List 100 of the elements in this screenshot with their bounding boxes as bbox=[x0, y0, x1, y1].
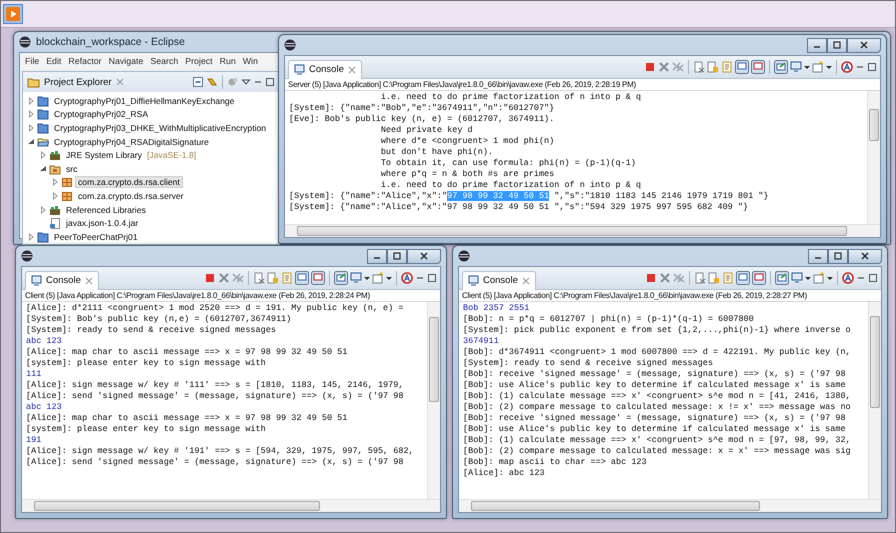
pin-icon[interactable] bbox=[774, 60, 788, 74]
view-menu-icon[interactable] bbox=[241, 77, 251, 87]
console-line: [System]: {"name":"Alice","x":"97 98 99 32 49 50 51 ","s":"1810 1183 145 2146 1979 1719 801 "} bbox=[289, 191, 769, 202]
caret-right-icon[interactable] bbox=[27, 96, 35, 105]
circle-logo-icon[interactable] bbox=[401, 272, 413, 284]
word-wrap-icon[interactable] bbox=[722, 272, 734, 284]
caret-right-icon[interactable] bbox=[39, 206, 47, 214]
minimize-button[interactable] bbox=[367, 248, 387, 264]
remove-icon[interactable] bbox=[659, 272, 671, 284]
remove-icon[interactable] bbox=[218, 272, 230, 284]
console-tab[interactable]: Console bbox=[462, 270, 536, 290]
app-icon bbox=[21, 250, 33, 262]
console-line: [Bob]: n = p*q = 6012707 | phi(n) = (p-1)*(q-1) = 6007800 bbox=[463, 314, 754, 325]
tree-item[interactable]: Referenced Libraries bbox=[63, 204, 149, 216]
pin-icon[interactable] bbox=[775, 271, 789, 285]
terminate-icon[interactable] bbox=[644, 61, 656, 73]
minimize-button[interactable] bbox=[807, 38, 827, 52]
menu-item[interactable]: Run bbox=[220, 55, 236, 67]
console-tab[interactable]: Console bbox=[25, 270, 99, 290]
caret-right-icon[interactable] bbox=[27, 110, 35, 118]
caret-right-icon[interactable] bbox=[27, 232, 35, 241]
console-tab[interactable]: Console bbox=[288, 60, 362, 78]
minimize-button[interactable] bbox=[808, 248, 828, 264]
tree-item[interactable]: CryptographyPrj01_DiffieHellmanKeyExchange bbox=[51, 94, 238, 107]
close-icon bbox=[860, 41, 868, 49]
close-button[interactable] bbox=[407, 248, 441, 264]
vertical-scrollbar[interactable] bbox=[867, 91, 880, 224]
stdout-icon[interactable] bbox=[295, 271, 309, 285]
monitor-icon[interactable] bbox=[790, 61, 802, 73]
view-tab-title[interactable]: Project Explorer bbox=[44, 76, 112, 88]
scroll-lock-icon[interactable] bbox=[707, 61, 719, 73]
stderr-icon[interactable] bbox=[752, 271, 766, 285]
horizontal-scrollbar[interactable] bbox=[22, 499, 440, 512]
tree-item[interactable]: CryptographyPrj03_DHKE_WithMultiplicativeEncryption bbox=[51, 122, 270, 134]
horizontal-scrollbar[interactable] bbox=[459, 499, 881, 512]
tree-item[interactable]: com.za.crypto.ds.rsa.server bbox=[75, 190, 187, 202]
tree-item[interactable]: javax.json-1.0.4.jar bbox=[63, 217, 142, 230]
caret-right-icon[interactable] bbox=[51, 192, 59, 200]
tree-item[interactable]: JRE System Library bbox=[63, 149, 145, 162]
tree-item[interactable]: PeerToPeerChatPrj01 bbox=[51, 230, 141, 243]
menu-item[interactable]: Edit bbox=[46, 55, 62, 67]
close-icon[interactable] bbox=[348, 66, 356, 74]
circle-logo-icon[interactable] bbox=[841, 61, 853, 73]
maximize-button[interactable] bbox=[828, 248, 848, 264]
menu-item[interactable]: Refactor bbox=[68, 55, 102, 67]
books-icon bbox=[49, 204, 61, 216]
caret-right-icon[interactable] bbox=[27, 124, 35, 132]
remove-icon[interactable] bbox=[658, 61, 670, 73]
play-icon[interactable] bbox=[3, 4, 23, 24]
stderr-icon[interactable] bbox=[311, 271, 325, 285]
caret-right-icon[interactable] bbox=[51, 178, 59, 186]
scroll-lock-icon[interactable] bbox=[708, 272, 720, 284]
stdout-icon[interactable] bbox=[736, 271, 750, 285]
caret-down-icon[interactable] bbox=[27, 138, 35, 146]
menu-item[interactable]: Search bbox=[150, 55, 178, 67]
console-line: [Alice]: send 'signed message' = (message, signature) ==> (x, s) = ('97 98 bbox=[26, 457, 404, 468]
folder-icon bbox=[37, 230, 49, 243]
menu-item[interactable]: Win bbox=[242, 55, 258, 67]
close-icon[interactable] bbox=[84, 276, 93, 284]
folders-icon bbox=[27, 76, 40, 88]
circle-logo-icon[interactable] bbox=[842, 272, 854, 284]
close-button[interactable] bbox=[848, 248, 882, 264]
close-icon[interactable] bbox=[522, 276, 530, 284]
terminate-icon[interactable] bbox=[204, 272, 216, 284]
clear-icon[interactable] bbox=[694, 272, 706, 284]
maximize-icon[interactable] bbox=[427, 273, 437, 283]
maximize-icon[interactable] bbox=[868, 273, 878, 283]
maximize-button[interactable] bbox=[387, 248, 407, 264]
terminate-icon[interactable] bbox=[645, 272, 657, 284]
close-icon[interactable] bbox=[116, 78, 124, 86]
maximize-icon[interactable] bbox=[265, 77, 275, 87]
pin-icon[interactable] bbox=[334, 271, 348, 285]
tree-item[interactable]: CryptographyPrj02_RSA bbox=[51, 108, 152, 120]
console-line: [Alice]: sign message w/ key # '111' ==> s = [1810, 1183, 145, 2146, 1979, bbox=[26, 380, 404, 391]
clear-icon[interactable] bbox=[693, 61, 705, 73]
scroll-lock-icon[interactable] bbox=[267, 272, 279, 284]
menu-item[interactable]: Project bbox=[185, 55, 213, 67]
tree-item[interactable]: CryptographyPrj04_RSADigitalSignature bbox=[51, 136, 212, 148]
maximize-button[interactable] bbox=[827, 38, 847, 52]
word-wrap-icon[interactable] bbox=[721, 61, 733, 73]
console-line: [Bob]: receive 'signed message' = (message, signature) ==> (x, s) = ('97 98 bbox=[463, 413, 846, 424]
maximize-icon[interactable] bbox=[867, 62, 877, 72]
caret-down-icon[interactable] bbox=[39, 164, 47, 173]
tree-item[interactable]: com.za.crypto.ds.rsa.client bbox=[75, 176, 183, 188]
console-line: [Alice]: d*2111 <congruent> 1 mod 2520 ==> d = 191. My public key (n, e) = bbox=[26, 303, 404, 314]
close-button[interactable] bbox=[847, 38, 881, 52]
horizontal-scrollbar[interactable] bbox=[285, 224, 880, 237]
vertical-scrollbar[interactable] bbox=[868, 302, 881, 499]
word-wrap-icon[interactable] bbox=[281, 272, 293, 284]
vertical-scrollbar[interactable] bbox=[427, 302, 440, 499]
clear-icon[interactable] bbox=[253, 272, 265, 284]
collapse-all-icon[interactable] bbox=[192, 76, 204, 88]
monitor-icon[interactable] bbox=[350, 272, 362, 284]
menu-item[interactable]: Navigate bbox=[108, 55, 144, 67]
tree-item[interactable]: src bbox=[63, 162, 80, 175]
monitor-icon[interactable] bbox=[791, 272, 803, 284]
caret-right-icon[interactable] bbox=[39, 151, 47, 160]
menu-item[interactable]: File bbox=[25, 55, 40, 67]
stdout-icon[interactable] bbox=[735, 60, 749, 74]
stderr-icon[interactable] bbox=[751, 60, 765, 74]
